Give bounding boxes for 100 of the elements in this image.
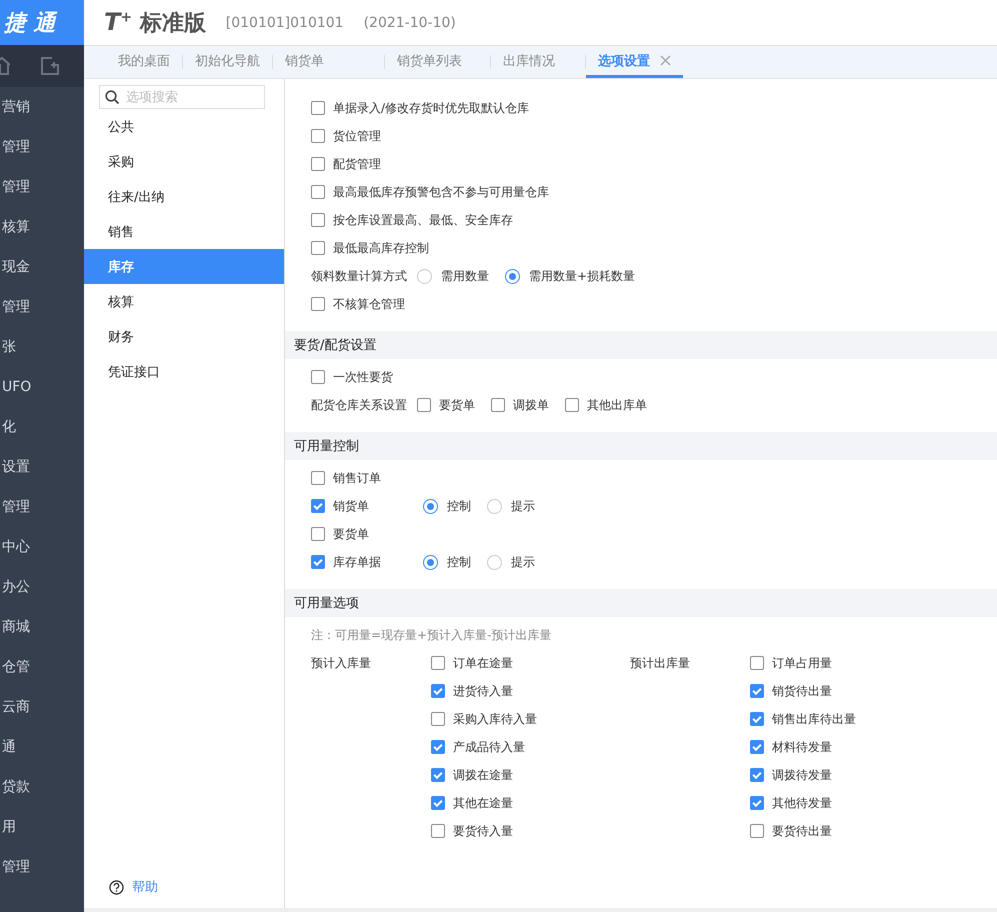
nav-item[interactable]: 张: [0, 327, 84, 367]
checkbox[interactable]: [311, 527, 325, 541]
nav-item[interactable]: 中心: [0, 527, 84, 567]
nav-item[interactable]: 管理: [0, 487, 84, 527]
checkbox-label: 其他出库单: [587, 396, 647, 414]
checkbox[interactable]: [311, 297, 325, 311]
option-label: 调拨在途量: [453, 766, 513, 784]
category-item[interactable]: 销售: [84, 214, 284, 249]
nav-item[interactable]: 通: [0, 727, 84, 767]
radio-label: 需用数量+损耗数量: [529, 268, 636, 284]
checkbox[interactable]: [311, 555, 325, 569]
option-label: 其他在途量: [453, 794, 513, 812]
nav-item[interactable]: 用: [0, 807, 84, 847]
house-icon[interactable]: [0, 56, 10, 76]
checkbox[interactable]: [311, 370, 325, 384]
app-logo: 捷 通: [0, 0, 84, 45]
checkbox[interactable]: [431, 656, 445, 670]
category-item[interactable]: 凭证接口: [84, 354, 284, 389]
close-icon[interactable]: [660, 55, 671, 66]
nav-item[interactable]: 化: [0, 407, 84, 447]
checkbox[interactable]: [431, 824, 445, 838]
nav-item[interactable]: 管理: [0, 287, 84, 327]
nav-item[interactable]: 核算: [0, 207, 84, 247]
checkbox[interactable]: [750, 796, 764, 810]
checkbox[interactable]: [311, 157, 325, 171]
checkbox[interactable]: [417, 398, 431, 412]
checkbox[interactable]: [565, 398, 579, 412]
radio-label: 提示: [511, 554, 535, 570]
checkbox[interactable]: [750, 824, 764, 838]
radio-label: 提示: [511, 498, 535, 514]
option-label: 库存单据: [333, 554, 382, 570]
option-label: 其他待发量: [772, 794, 832, 812]
option-label: 配货仓库关系设置: [311, 396, 407, 414]
nav-item[interactable]: UFO: [0, 367, 84, 407]
nav-item[interactable]: 管理: [0, 167, 84, 207]
category-item[interactable]: 往来/出纳: [84, 179, 284, 214]
category-item[interactable]: 财务: [84, 319, 284, 354]
nav-item[interactable]: 现金: [0, 247, 84, 287]
checkbox[interactable]: [431, 684, 445, 698]
option-label: 配货管理: [333, 156, 381, 172]
nav-item[interactable]: 管理: [0, 847, 84, 887]
nav-item[interactable]: 管理: [0, 127, 84, 167]
checkbox[interactable]: [431, 768, 445, 782]
radio-button[interactable]: [487, 498, 502, 514]
radio-button[interactable]: [487, 554, 502, 570]
category-item[interactable]: 核算: [84, 284, 284, 319]
option-label: 调拨待发量: [772, 766, 832, 784]
nav-item[interactable]: 贷款: [0, 767, 84, 807]
section-header: 要货/配货设置: [285, 331, 997, 359]
help-icon[interactable]: [109, 880, 124, 894]
checkbox[interactable]: [750, 684, 764, 698]
radio-label: 控制: [447, 498, 471, 514]
checkbox[interactable]: [311, 241, 325, 255]
option-label: 要货待出量: [772, 822, 832, 840]
option-label: 一次性要货: [333, 368, 393, 386]
product-logo: T$^{+}$ 标准版: [104, 8, 206, 38]
nav-item[interactable]: 办公: [0, 567, 84, 607]
option-label: 订单在途量: [453, 654, 513, 672]
radio-button[interactable]: [505, 268, 520, 284]
option-label: 要货待入量: [453, 822, 513, 840]
radio-button[interactable]: [423, 554, 438, 570]
checkbox[interactable]: [431, 740, 445, 754]
option-label: 按仓库设置最高、最低、安全库存: [333, 212, 513, 228]
checkbox[interactable]: [311, 499, 325, 513]
option-label: 进货待入量: [453, 682, 513, 700]
nav-item[interactable]: 营销: [0, 87, 84, 127]
option-label: 单据录入/修改存货时优先取默认仓库: [333, 100, 530, 116]
checkbox[interactable]: [311, 101, 325, 115]
nav-item[interactable]: 仓管: [0, 647, 84, 687]
checkbox[interactable]: [750, 656, 764, 670]
checkbox[interactable]: [431, 712, 445, 726]
checkbox[interactable]: [491, 398, 505, 412]
category-item[interactable]: 采购: [84, 144, 284, 179]
group-label: 预计入库量: [311, 655, 372, 672]
radio-button[interactable]: [417, 268, 432, 284]
checkbox[interactable]: [431, 796, 445, 810]
search-field[interactable]: 选项搜索: [99, 85, 265, 109]
group-label: 预计出库量: [630, 655, 691, 672]
checkbox[interactable]: [750, 740, 764, 754]
category-item[interactable]: 公共: [84, 109, 284, 144]
radio-label: 控制: [447, 554, 471, 570]
checkbox[interactable]: [750, 712, 764, 726]
option-label: 销售出库待出量: [772, 710, 856, 728]
radio-label: 需用数量: [441, 268, 489, 284]
checkbox[interactable]: [311, 213, 325, 227]
checkbox[interactable]: [311, 471, 325, 485]
option-label: 最低最高库存控制: [333, 240, 429, 256]
new-window-icon[interactable]: [40, 56, 60, 76]
nav-item[interactable]: 商城: [0, 607, 84, 647]
option-label: 订单占用量: [772, 654, 832, 672]
checkbox[interactable]: [750, 768, 764, 782]
option-label: 销货单: [333, 498, 370, 514]
checkbox[interactable]: [311, 185, 325, 199]
checkbox[interactable]: [311, 129, 325, 143]
nav-item[interactable]: 云商: [0, 687, 84, 727]
option-label: 材料待发量: [772, 738, 832, 756]
account-code: [010101]010101: [226, 14, 344, 30]
radio-button[interactable]: [423, 498, 438, 514]
nav-item[interactable]: 设置: [0, 447, 84, 487]
option-label: 领料数量计算方式: [311, 268, 407, 284]
